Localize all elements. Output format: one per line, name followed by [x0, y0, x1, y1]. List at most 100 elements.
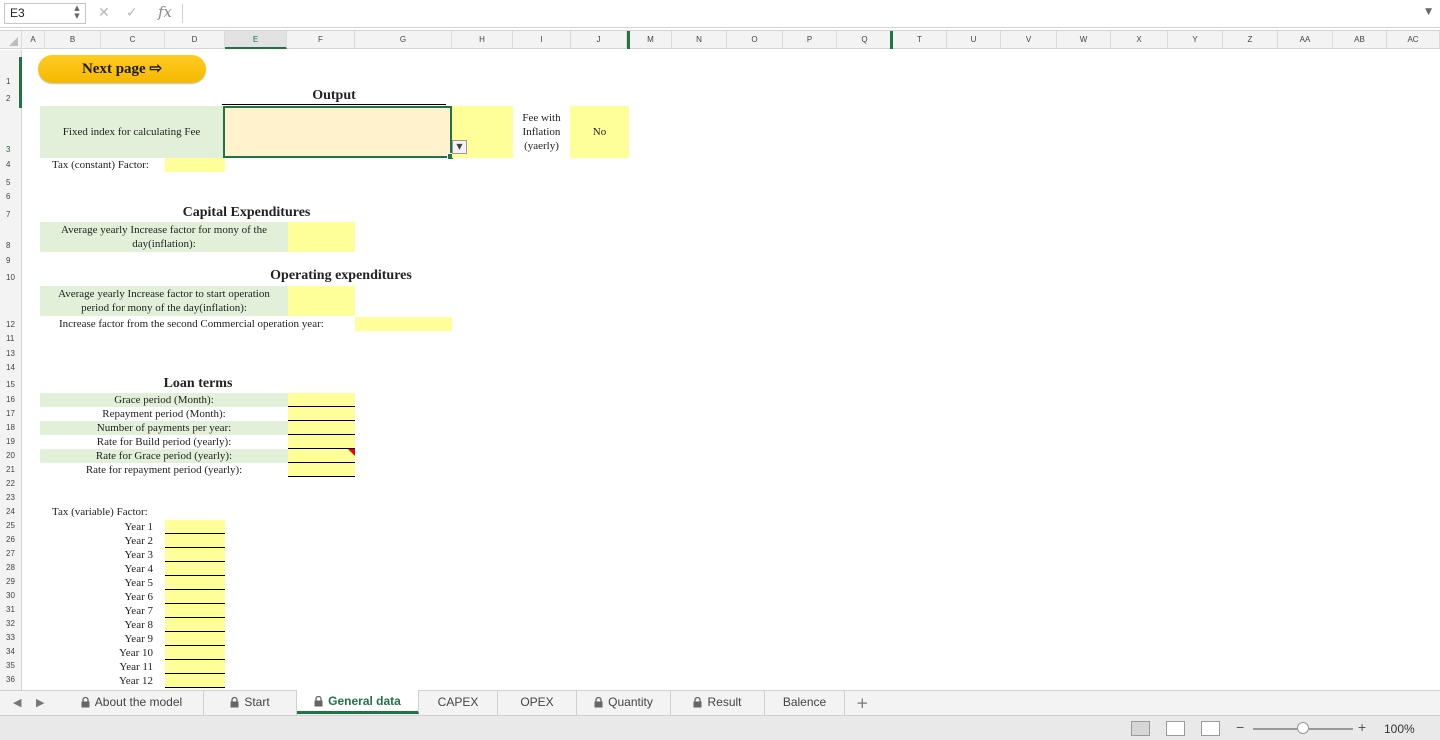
column-header-t[interactable]: T	[893, 31, 947, 49]
enter-icon[interactable]: ✓	[126, 5, 138, 21]
page-layout-view-icon[interactable]	[1166, 721, 1185, 736]
sheet-tab[interactable]: About the model	[60, 691, 204, 715]
next-page-button[interactable]: Next page ⇨	[38, 55, 206, 83]
loan-term-input[interactable]	[288, 435, 355, 449]
column-header-x[interactable]: X	[1111, 31, 1168, 49]
row-header-30[interactable]: 30	[0, 591, 22, 600]
sheet-tab[interactable]: Quantity	[577, 691, 671, 715]
opex-avg-input[interactable]	[288, 286, 355, 316]
row-header-25[interactable]: 25	[0, 521, 22, 530]
row-header-21[interactable]: 21	[0, 465, 22, 474]
column-header-o[interactable]: O	[727, 31, 783, 49]
cancel-icon[interactable]: ✕	[98, 5, 110, 21]
tax-year-input[interactable]	[165, 590, 225, 604]
column-header-d[interactable]: D	[165, 31, 225, 49]
loan-term-input[interactable]	[288, 463, 355, 477]
row-header-14[interactable]: 14	[0, 363, 22, 372]
tax-year-input[interactable]	[165, 618, 225, 632]
tax-year-input[interactable]	[165, 562, 225, 576]
tax-year-input[interactable]	[165, 520, 225, 534]
tax-year-input[interactable]	[165, 632, 225, 646]
select-all-button[interactable]	[0, 31, 22, 49]
row-header-28[interactable]: 28	[0, 563, 22, 572]
row-header-15[interactable]: 15	[0, 380, 22, 389]
tax-year-input[interactable]	[165, 674, 225, 688]
column-header-p[interactable]: P	[783, 31, 837, 49]
sheet-tab[interactable]: OPEX	[498, 691, 577, 715]
tab-scroll-right-icon[interactable]: ▶	[36, 696, 44, 709]
tax-year-input[interactable]	[165, 548, 225, 562]
column-header-g[interactable]: G	[355, 31, 452, 49]
column-header-i[interactable]: I	[513, 31, 571, 49]
row-header-12[interactable]: 12	[0, 320, 22, 329]
row-header-9[interactable]: 9	[0, 256, 22, 265]
row-header-17[interactable]: 17	[0, 409, 22, 418]
row-header-22[interactable]: 22	[0, 479, 22, 488]
sheet-tab[interactable]: CAPEX	[419, 691, 498, 715]
sheet-tab[interactable]: Balence	[765, 691, 845, 715]
column-header-q[interactable]: Q	[837, 31, 893, 49]
tab-scroll-left-icon[interactable]: ◀	[13, 696, 21, 709]
row-header-4[interactable]: 4	[0, 160, 22, 169]
tax-year-input[interactable]	[165, 534, 225, 548]
column-header-w[interactable]: W	[1057, 31, 1111, 49]
column-header-u[interactable]: U	[947, 31, 1001, 49]
row-header-23[interactable]: 23	[0, 493, 22, 502]
column-header-a[interactable]: A	[22, 31, 45, 49]
column-header-m[interactable]: M	[630, 31, 672, 49]
zoom-out-button[interactable]: −	[1236, 719, 1244, 735]
column-header-e[interactable]: E	[225, 31, 287, 49]
row-header-36[interactable]: 36	[0, 675, 22, 684]
row-header-29[interactable]: 29	[0, 577, 22, 586]
row-header-13[interactable]: 13	[0, 349, 22, 358]
column-header-v[interactable]: V	[1001, 31, 1057, 49]
name-box-stepper-icon[interactable]: ▲ ▼	[71, 4, 83, 22]
loan-term-input[interactable]	[288, 393, 355, 407]
column-header-h[interactable]: H	[452, 31, 513, 49]
column-header-ab[interactable]: AB	[1333, 31, 1387, 49]
chevron-down-icon[interactable]: ▼	[452, 140, 467, 154]
row-header-33[interactable]: 33	[0, 633, 22, 642]
normal-view-icon[interactable]	[1131, 721, 1150, 736]
formula-input[interactable]	[186, 3, 1411, 24]
expand-formula-bar-icon[interactable]: ▼	[1425, 7, 1432, 17]
row-header-3[interactable]: 3	[0, 145, 22, 154]
sheet-tab[interactable]: Result	[671, 691, 765, 715]
comment-indicator[interactable]	[348, 449, 355, 456]
loan-term-input[interactable]	[288, 449, 355, 463]
tax-year-input[interactable]	[165, 646, 225, 660]
page-break-view-icon[interactable]	[1201, 721, 1220, 736]
row-header-5[interactable]: 5	[0, 178, 22, 187]
column-header-j[interactable]: J	[571, 31, 627, 49]
row-header-34[interactable]: 34	[0, 647, 22, 656]
row-header-24[interactable]: 24	[0, 507, 22, 516]
add-sheet-button[interactable]: +	[856, 694, 869, 712]
row-header-19[interactable]: 19	[0, 437, 22, 446]
row-header-18[interactable]: 18	[0, 423, 22, 432]
row-header-20[interactable]: 20	[0, 451, 22, 460]
tax-year-input[interactable]	[165, 660, 225, 674]
row-header-32[interactable]: 32	[0, 619, 22, 628]
row-header-27[interactable]: 27	[0, 549, 22, 558]
fixed-index-input[interactable]	[223, 106, 454, 160]
row-header-8[interactable]: 8	[0, 241, 22, 250]
sheet-tab[interactable]: General data	[297, 690, 419, 714]
column-header-c[interactable]: C	[101, 31, 165, 49]
tax-year-input[interactable]	[165, 576, 225, 590]
fee-inflation-select[interactable]: No	[570, 106, 629, 158]
row-header-16[interactable]: 16	[0, 395, 22, 404]
loan-term-input[interactable]	[288, 421, 355, 435]
row-header-11[interactable]: 11	[0, 334, 22, 343]
capex-avg-input[interactable]	[288, 222, 355, 252]
column-header-aa[interactable]: AA	[1278, 31, 1333, 49]
tax-constant-input[interactable]	[165, 158, 225, 172]
row-header-6[interactable]: 6	[0, 192, 22, 201]
row-header-35[interactable]: 35	[0, 661, 22, 670]
column-header-ac[interactable]: AC	[1387, 31, 1440, 49]
opex-increase-input[interactable]	[355, 317, 452, 331]
column-header-y[interactable]: Y	[1168, 31, 1223, 49]
function-icon[interactable]: fx	[158, 3, 172, 21]
zoom-level[interactable]: 100%	[1384, 722, 1415, 736]
column-header-n[interactable]: N	[672, 31, 727, 49]
row-header-26[interactable]: 26	[0, 535, 22, 544]
